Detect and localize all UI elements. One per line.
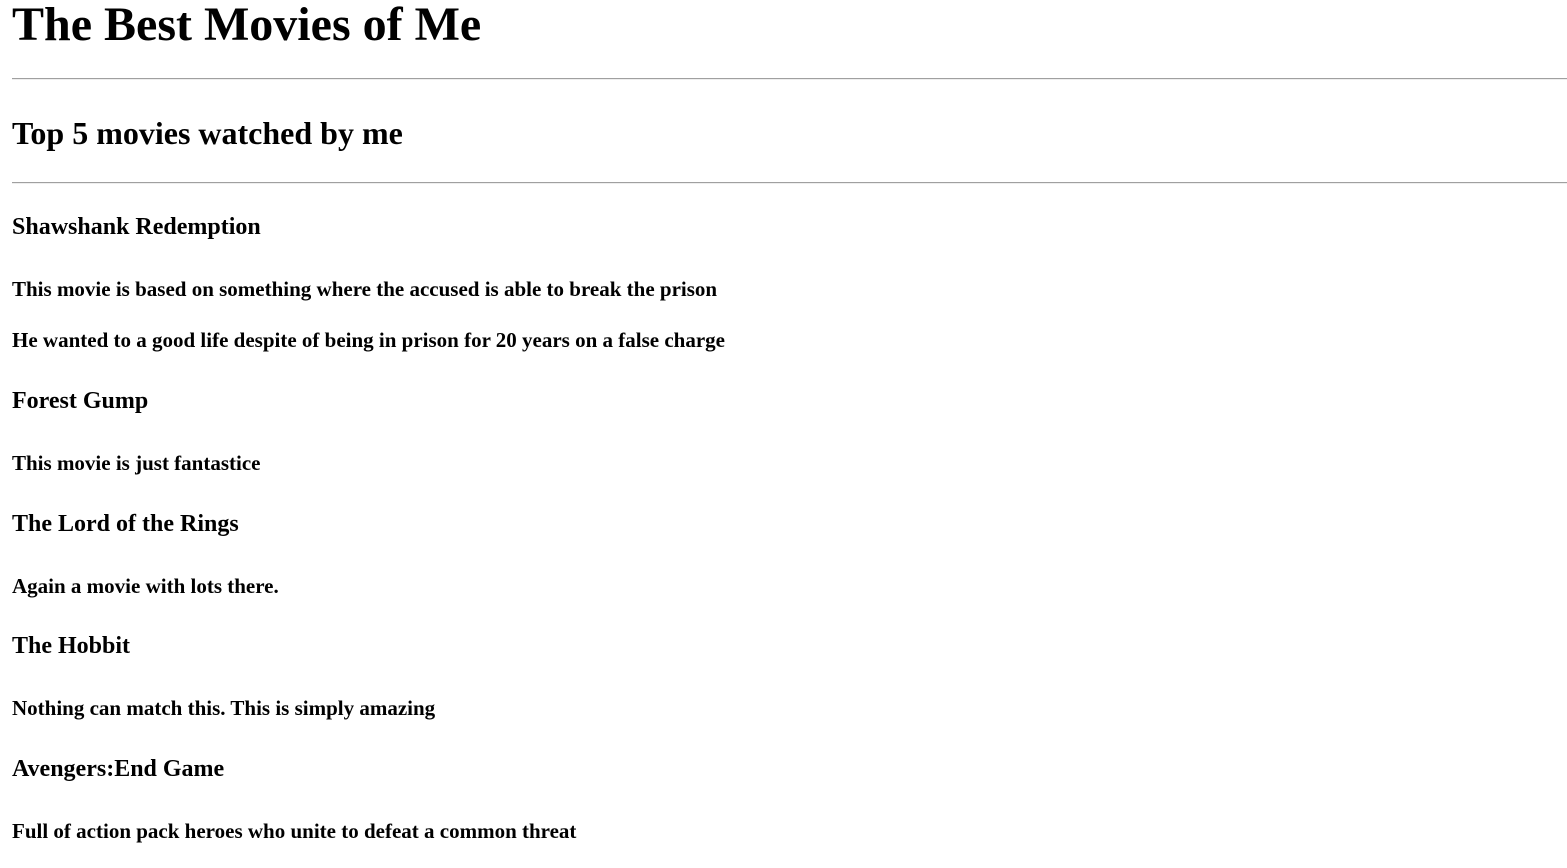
movie-description: Again a movie with lots there. [12,574,279,598]
movie-description: He wanted to a good life despite of bein… [12,328,725,352]
movie-description: This movie is based on something where t… [12,277,718,301]
movie-title-forest-gump: Forest Gump [12,388,149,414]
page-subtitle: Top 5 movies watched by me [12,115,403,151]
movie-description: Full of action pack heroes who unite to … [12,819,577,843]
movie-description: Nothing can match this. This is simply a… [12,696,436,720]
divider-bottom [12,182,1567,184]
divider-top [12,78,1567,80]
movie-title-hobbit: The Hobbit [12,633,131,659]
movie-title-shawshank: Shawshank Redemption [12,214,261,240]
page: The Best Movies of Me Top 5 movies watch… [0,0,1567,868]
movie-description: This movie is just fantastice [12,451,261,475]
movie-title-avengers: Avengers:End Game [12,756,225,782]
page-title: The Best Movies of Me [12,0,482,51]
movie-title-lord-of-the-rings: The Lord of the Rings [12,511,239,537]
